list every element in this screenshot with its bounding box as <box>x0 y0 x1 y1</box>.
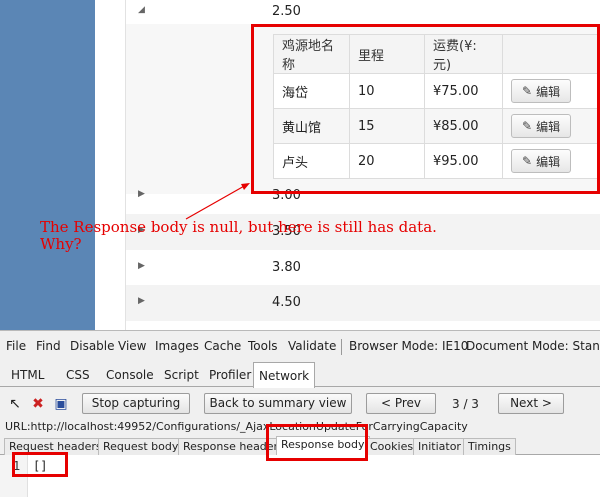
menu-find[interactable]: Find <box>36 339 61 353</box>
annotation-arrow <box>185 183 250 220</box>
annotation-line-2: Why? <box>40 235 82 253</box>
response-body-pane[interactable]: 1 [] <box>0 455 600 497</box>
tab-css[interactable]: CSS <box>66 365 90 387</box>
save-icon[interactable]: ▣ <box>52 395 70 413</box>
annotation-text: The Response body is null, but here is s… <box>40 219 437 253</box>
tab-response-headers[interactable]: Response headers <box>178 438 289 455</box>
tab-network[interactable]: Network <box>253 362 316 388</box>
menu-cache[interactable]: Cache <box>204 339 241 353</box>
network-toolbar: ↖ ✖ ▣ Stop capturing Back to summary vie… <box>0 391 600 417</box>
menu-document-mode[interactable]: Document Mode: Standa <box>466 339 600 353</box>
tab-request-body[interactable]: Request body <box>98 438 184 455</box>
developer-tools-panel: File Find Disable View Images Cache Tool… <box>0 330 600 497</box>
tab-cookies[interactable]: Cookies <box>365 438 419 455</box>
tab-timings[interactable]: Timings <box>463 438 516 455</box>
tab-script[interactable]: Script <box>164 365 199 387</box>
tab-initiator[interactable]: Initiator <box>413 438 466 455</box>
next-button[interactable]: Next > <box>498 393 564 414</box>
menu-images[interactable]: Images <box>155 339 199 353</box>
page-indicator: 3 / 3 <box>452 397 479 411</box>
menu-view[interactable]: View <box>118 339 146 353</box>
prev-button[interactable]: < Prev <box>366 393 436 414</box>
menu-file[interactable]: File <box>6 339 26 353</box>
response-body-content[interactable]: [] <box>33 459 47 473</box>
tab-profiler[interactable]: Profiler <box>209 365 251 387</box>
clear-icon[interactable]: ✖ <box>29 395 47 413</box>
menu-tools[interactable]: Tools <box>248 339 278 353</box>
annotation-line-1: The Response body is null, but here is s… <box>40 218 437 236</box>
tab-html[interactable]: HTML <box>11 365 44 387</box>
request-url: URL:http://localhost:49952/Configuration… <box>5 420 468 433</box>
stop-capturing-button[interactable]: Stop capturing <box>82 393 190 414</box>
back-to-summary-button[interactable]: Back to summary view <box>204 393 352 414</box>
tab-request-headers[interactable]: Request headers <box>4 438 107 455</box>
menu-separator <box>341 339 342 355</box>
devtools-tabs: HTML CSS Console Script Profiler Network <box>0 361 600 388</box>
menu-disable[interactable]: Disable <box>70 339 115 353</box>
devtools-menubar: File Find Disable View Images Cache Tool… <box>0 337 600 357</box>
screenshot-stage: ◢ 2.50 鸡源地名称 里程 运费(¥:元) 海岱 10 ¥75.00 ✎ 编辑… <box>0 0 600 497</box>
menu-validate[interactable]: Validate <box>288 339 336 353</box>
menu-browser-mode[interactable]: Browser Mode: IE10 <box>349 339 468 353</box>
line-number: 1 <box>13 459 21 473</box>
request-detail-tabs: Request headers Request body Response he… <box>0 436 600 456</box>
tab-console[interactable]: Console <box>106 365 154 387</box>
cursor-icon[interactable]: ↖ <box>6 395 24 413</box>
tab-response-body[interactable]: Response body <box>276 436 370 456</box>
